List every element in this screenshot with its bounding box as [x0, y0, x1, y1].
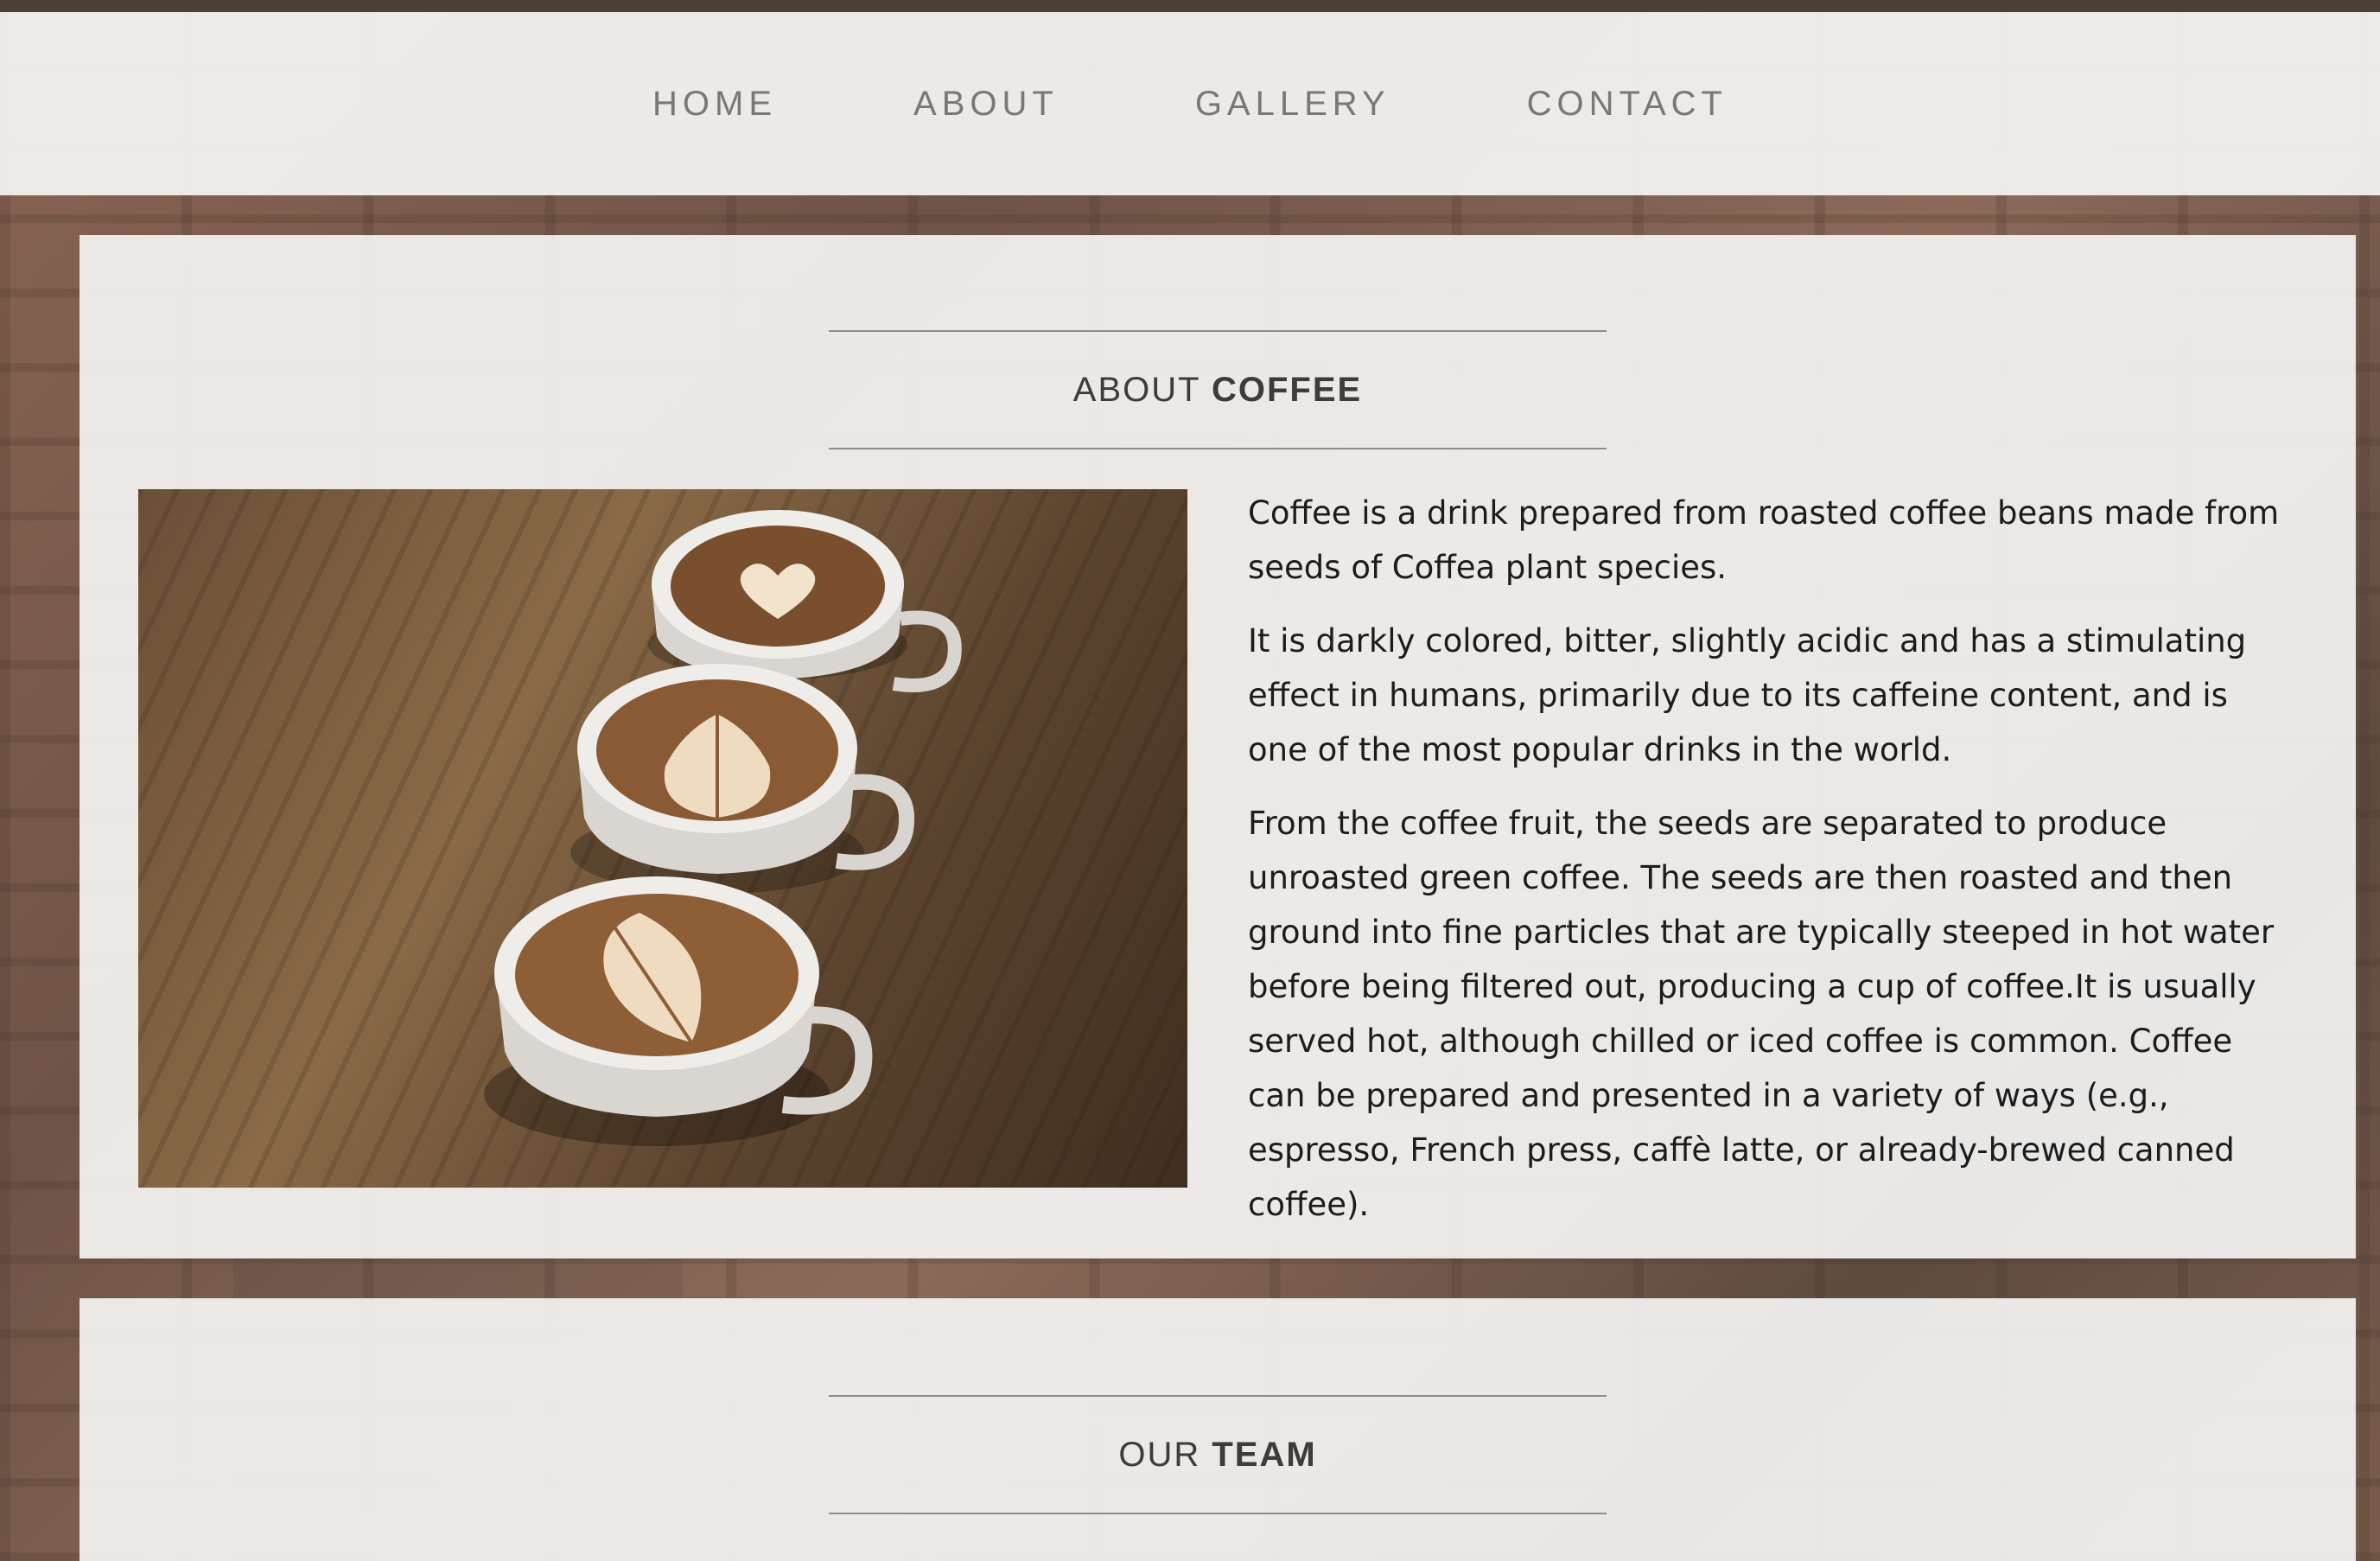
- nav-about-link[interactable]: ABOUT: [913, 85, 1059, 124]
- team-heading: OUR TEAM: [829, 1395, 1607, 1514]
- about-paragraph-1: Coffee is a drink prepared from roasted …: [1248, 494, 2280, 586]
- team-section: OUR TEAM: [80, 1298, 2356, 1561]
- nav-contact-link[interactable]: CONTACT: [1527, 85, 1728, 124]
- main-nav: HOME ABOUT GALLERY CONTACT: [0, 12, 2380, 195]
- about-heading: ABOUT COFFEE: [829, 330, 1607, 449]
- nav-home-link[interactable]: HOME: [652, 85, 777, 124]
- about-heading-bold: COFFEE: [1211, 371, 1363, 409]
- nav-gallery-link[interactable]: GALLERY: [1195, 85, 1390, 124]
- background-top-strip: [0, 0, 2380, 12]
- about-paragraph-2: It is darkly colored, bitter, slightly a…: [1248, 622, 2247, 768]
- about-heading-light: ABOUT: [1072, 371, 1212, 409]
- team-heading-bold: TEAM: [1212, 1436, 1317, 1474]
- about-section: ABOUT COFFEE Coffee is a drink prepared …: [80, 235, 2356, 1258]
- team-heading-light: OUR: [1118, 1436, 1212, 1474]
- coffee-cups-illustration: [484, 510, 962, 1146]
- coffee-cups-image: [138, 489, 1187, 1188]
- about-text: Coffee is a drink prepared from roasted …: [1248, 486, 2294, 1251]
- about-paragraph-3: From the coffee fruit, the seeds are sep…: [1248, 805, 2275, 1223]
